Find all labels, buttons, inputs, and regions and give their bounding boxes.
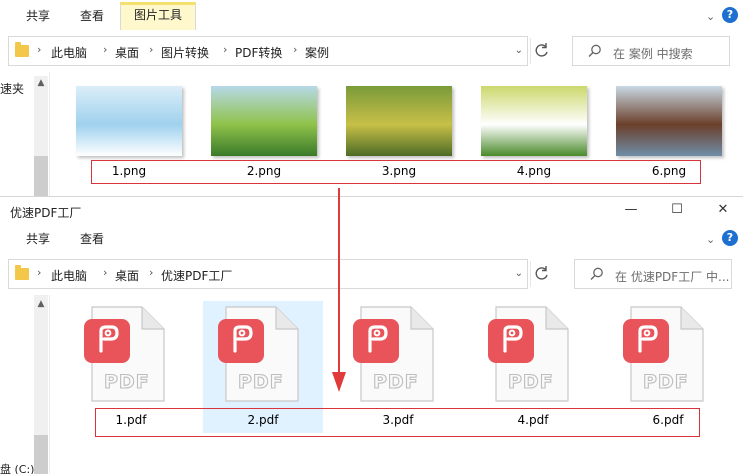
scrollbar-thumb[interactable] [34,156,48,196]
image-thumbnail[interactable] [481,86,587,156]
refresh-button[interactable] [530,261,552,287]
ribbon-expand-chevron-icon[interactable]: ⌄ [706,234,716,245]
tab-view[interactable]: 查看 [70,227,114,251]
tab-view[interactable]: 查看 [70,4,114,28]
scroll-up-icon[interactable]: ▲ [34,297,48,311]
title-bar: 优速PDF工厂 — ☐ ✕ [0,197,743,227]
breadcrumb-separator-icon: › [37,266,42,279]
image-thumbnail[interactable] [346,86,452,156]
refresh-button[interactable] [530,38,552,64]
pdf-file-icon[interactable]: PDF [623,305,704,405]
folder-icon [15,265,29,280]
address-dropdown-icon[interactable]: ⌄ [515,45,523,56]
breadcrumb-separator-icon: › [223,43,228,56]
breadcrumb-image-convert[interactable]: 图片转换 [161,44,209,61]
nav-scrollbar[interactable]: ▲ [34,76,48,196]
image-thumbnail[interactable] [211,86,317,156]
scrollbar-thumb[interactable] [34,435,48,474]
ribbon-expand-chevron-icon[interactable]: ⌄ [706,11,716,22]
breadcrumb-desktop[interactable]: 桌面 [115,44,139,61]
breadcrumb-youpdf[interactable]: 优速PDF工厂 [161,267,232,284]
explorer-window-youpdf: 优速PDF工厂 — ☐ ✕ 共享 查看 ⌄ ? › 此电脑 › 桌面 › 优速P… [0,196,743,474]
search-box[interactable]: 在 案例 中搜索 [572,36,730,66]
refresh-icon [535,266,548,280]
tab-share[interactable]: 共享 [16,4,60,28]
minimize-button[interactable]: — [608,197,654,223]
close-button[interactable]: ✕ [700,197,743,223]
breadcrumb-desktop[interactable]: 桌面 [115,267,139,284]
address-bar[interactable]: › 此电脑 › 桌面 › 图片转换 › PDF转换 › 案例 ⌄ [8,36,528,66]
nav-item-drive-c[interactable]: 盘 (C:) [0,461,34,474]
breadcrumb-separator-icon: › [103,43,108,56]
svg-text:PDF: PDF [238,371,284,393]
svg-text:PDF: PDF [508,371,554,393]
explorer-window-case: 共享 查看 图片工具 ⌄ ? › 此电脑 › 桌面 › 图片转换 › PDF转换… [0,0,743,196]
maximize-button[interactable]: ☐ [654,197,700,223]
window-title: 优速PDF工厂 [10,206,82,220]
breadcrumb-this-pc[interactable]: 此电脑 [51,267,87,284]
help-icon[interactable]: ? [722,230,738,246]
navigation-pane: ▲ 盘 (C:) [0,295,50,474]
pdf-file-icon[interactable]: PDF [218,305,299,405]
search-icon [590,267,603,280]
nav-item-quick-access[interactable]: 速夹 [0,80,24,97]
breadcrumb-separator-icon: › [149,266,154,279]
search-icon [588,44,601,57]
svg-text:PDF: PDF [373,371,419,393]
nav-scrollbar[interactable]: ▲ [34,295,48,474]
pdf-file-icon[interactable]: PDF [488,305,569,405]
search-placeholder: 在 优速PDF工厂 中... [615,270,730,284]
breadcrumb-this-pc[interactable]: 此电脑 [51,44,87,61]
folder-icon [15,42,29,57]
pdf-file-icon[interactable]: PDF [353,305,434,405]
svg-text:PDF: PDF [104,371,150,393]
breadcrumb-separator-icon: › [149,43,154,56]
scroll-up-icon[interactable]: ▲ [34,76,48,90]
tab-share[interactable]: 共享 [16,227,60,251]
image-thumbnail[interactable] [616,86,722,156]
navigation-pane: 速夹 ▲ [0,72,50,196]
breadcrumb-separator-icon: › [293,43,298,56]
annotation-box-pdfs [95,408,700,437]
image-thumbnail[interactable] [76,86,182,156]
search-box[interactable]: 在 优速PDF工厂 中... [574,259,732,289]
annotation-box-images [91,160,701,184]
breadcrumb-separator-icon: › [37,43,42,56]
ribbon: 共享 查看 图片工具 ⌄ ? [0,0,743,30]
address-bar[interactable]: › 此电脑 › 桌面 › 优速PDF工厂 ⌄ [8,259,528,289]
refresh-icon [535,43,548,57]
address-dropdown-icon[interactable]: ⌄ [515,268,523,279]
pdf-file-icon[interactable]: PDF [84,305,165,405]
ribbon: 共享 查看 ⌄ ? [0,227,743,257]
breadcrumb-separator-icon: › [103,266,108,279]
breadcrumb-case[interactable]: 案例 [305,44,329,61]
tab-picture-tools[interactable]: 图片工具 [120,2,196,30]
svg-text:PDF: PDF [643,371,689,393]
breadcrumb-pdf-convert[interactable]: PDF转换 [235,44,282,61]
help-icon[interactable]: ? [722,7,738,23]
search-placeholder: 在 案例 中搜索 [613,47,693,61]
